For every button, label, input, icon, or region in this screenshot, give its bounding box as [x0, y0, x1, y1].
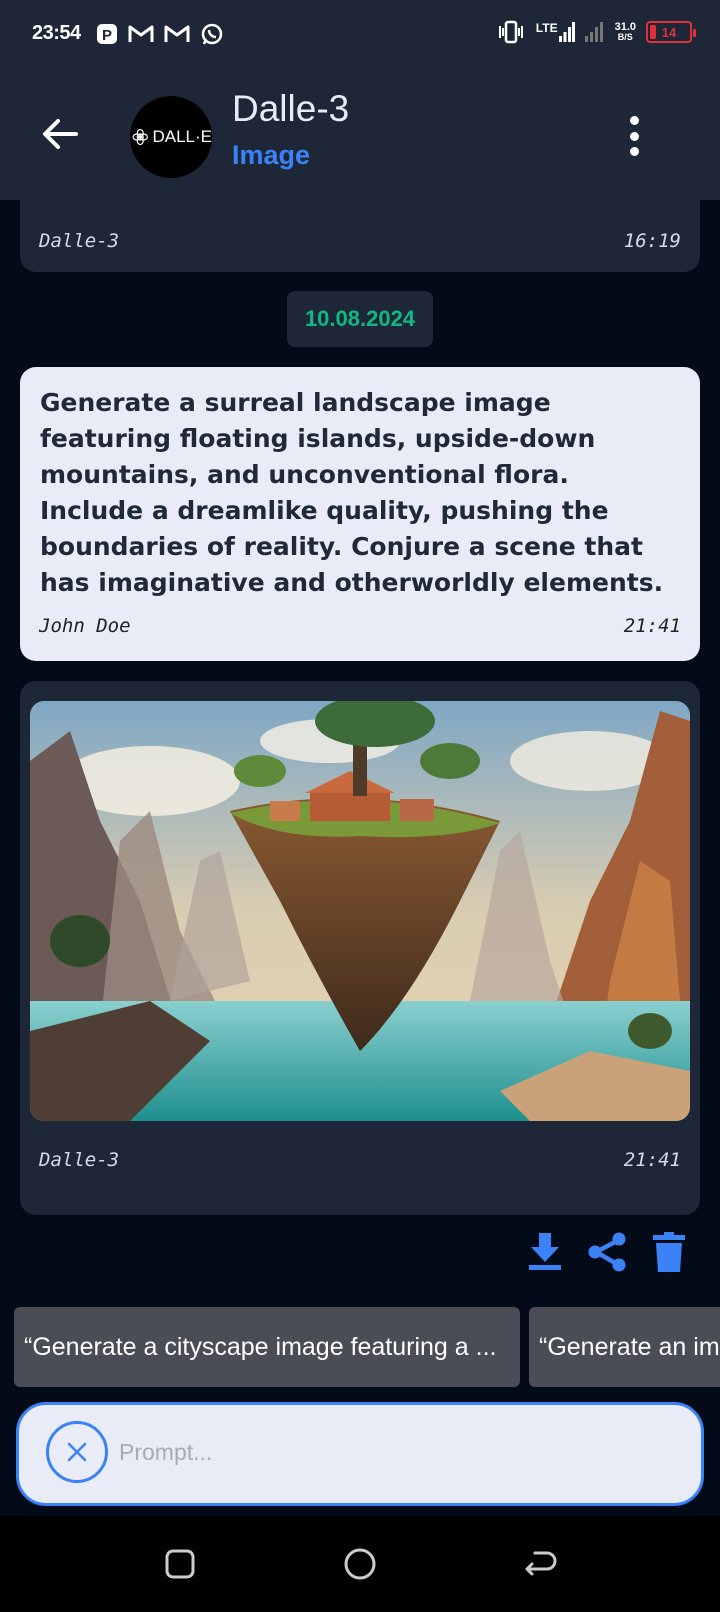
network-speed: 31.0 B/S	[614, 21, 636, 43]
download-button[interactable]	[522, 1228, 568, 1276]
whatsapp-icon	[201, 23, 223, 45]
battery-icon: 14	[646, 21, 696, 43]
avatar-label: DALL·E	[152, 127, 212, 146]
close-icon	[67, 1442, 87, 1462]
gmail-icon	[164, 25, 190, 42]
message-text: Generate a surreal landscape image featu…	[40, 388, 664, 597]
vibrate-icon	[498, 20, 523, 44]
date-separator: 10.08.2024	[287, 291, 433, 347]
home-button[interactable]	[336, 1540, 384, 1588]
p-app-icon: P	[97, 24, 117, 44]
generated-image[interactable]	[30, 701, 690, 1121]
prompt-bar	[16, 1402, 704, 1506]
lte-signal-icon: LTE	[536, 22, 575, 42]
more-vertical-icon	[629, 116, 639, 125]
suggestion-chip[interactable]: “Generate a cityscape image featuring a …	[14, 1307, 520, 1387]
openai-logo-icon	[132, 128, 148, 146]
image-actions	[0, 1228, 720, 1276]
download-icon	[529, 1233, 561, 1270]
clear-button[interactable]	[46, 1421, 108, 1483]
recents-button[interactable]	[156, 1540, 204, 1588]
message-time: 21:41	[623, 1149, 681, 1171]
more-menu-button[interactable]	[620, 116, 648, 156]
back-arrow-icon	[525, 1551, 557, 1576]
gmail-icon	[128, 25, 154, 42]
svg-text:P: P	[102, 27, 112, 44]
message-bubble-user: Generate a surreal landscape image featu…	[20, 367, 700, 661]
suggestion-chip[interactable]: “Generate an im	[529, 1307, 720, 1387]
avatar[interactable]: DALL·E	[130, 96, 212, 178]
square-icon	[165, 1549, 195, 1579]
message-time: 16:19	[623, 230, 681, 252]
back-nav-button[interactable]	[516, 1540, 564, 1588]
notification-icons: P	[96, 22, 224, 46]
message-sender: Dalle-3	[39, 230, 120, 252]
back-button[interactable]	[38, 112, 82, 156]
message-bubble-bot: Dalle-3 16:19	[20, 200, 700, 272]
system-nav-bar	[0, 1516, 720, 1612]
circle-icon	[344, 1548, 376, 1580]
chat-title: Dalle-3	[232, 88, 350, 129]
chat-subtitle: Image	[232, 140, 311, 170]
delete-button[interactable]	[646, 1228, 692, 1276]
share-icon	[588, 1232, 626, 1272]
signal-weak-icon	[584, 22, 603, 42]
prompt-input[interactable]	[119, 1427, 679, 1477]
app-header: DALL·E Dalle-3 Image	[0, 72, 720, 200]
message-bubble-bot: Dalle-3 21:41	[20, 681, 700, 1215]
status-bar: 23:54 P LTE 31.0 B/S 14	[0, 0, 720, 72]
status-time: 23:54	[32, 22, 81, 44]
trash-icon	[653, 1232, 685, 1272]
message-time: 21:41	[623, 615, 681, 637]
share-button[interactable]	[584, 1228, 630, 1276]
arrow-left-icon	[43, 119, 78, 149]
message-sender: Dalle-3	[39, 1149, 120, 1171]
message-sender: John Doe	[39, 615, 131, 637]
